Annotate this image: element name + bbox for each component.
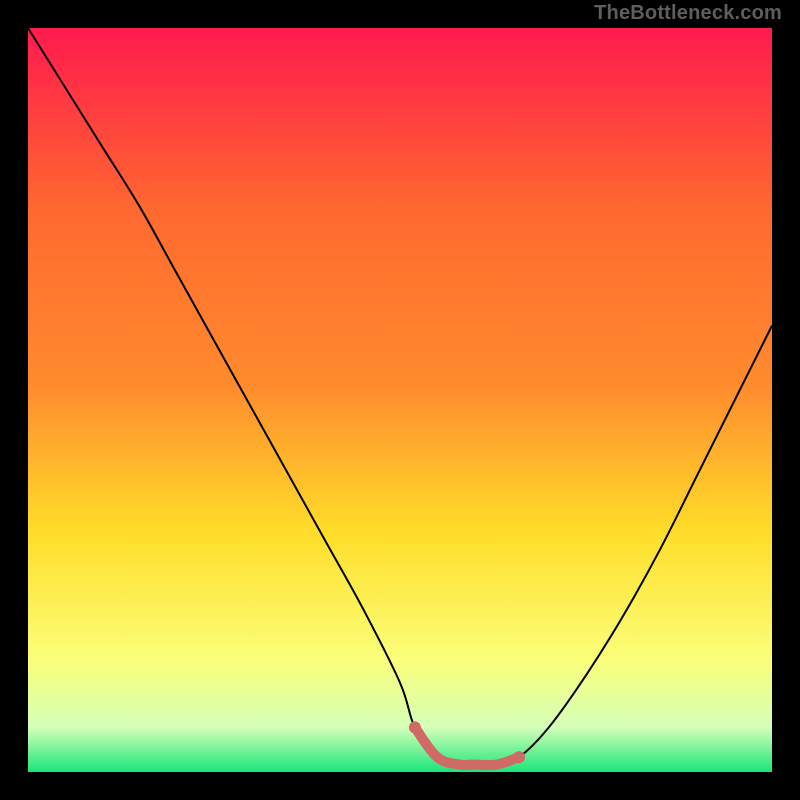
optimal-range-start-dot (409, 721, 421, 733)
chart-frame: TheBottleneck.com (0, 0, 800, 800)
chart-plot-area (28, 28, 772, 772)
optimal-range-end-dot (513, 751, 525, 763)
bottleneck-chart (28, 28, 772, 772)
watermark-label: TheBottleneck.com (594, 2, 782, 25)
chart-background-gradient (28, 28, 772, 772)
